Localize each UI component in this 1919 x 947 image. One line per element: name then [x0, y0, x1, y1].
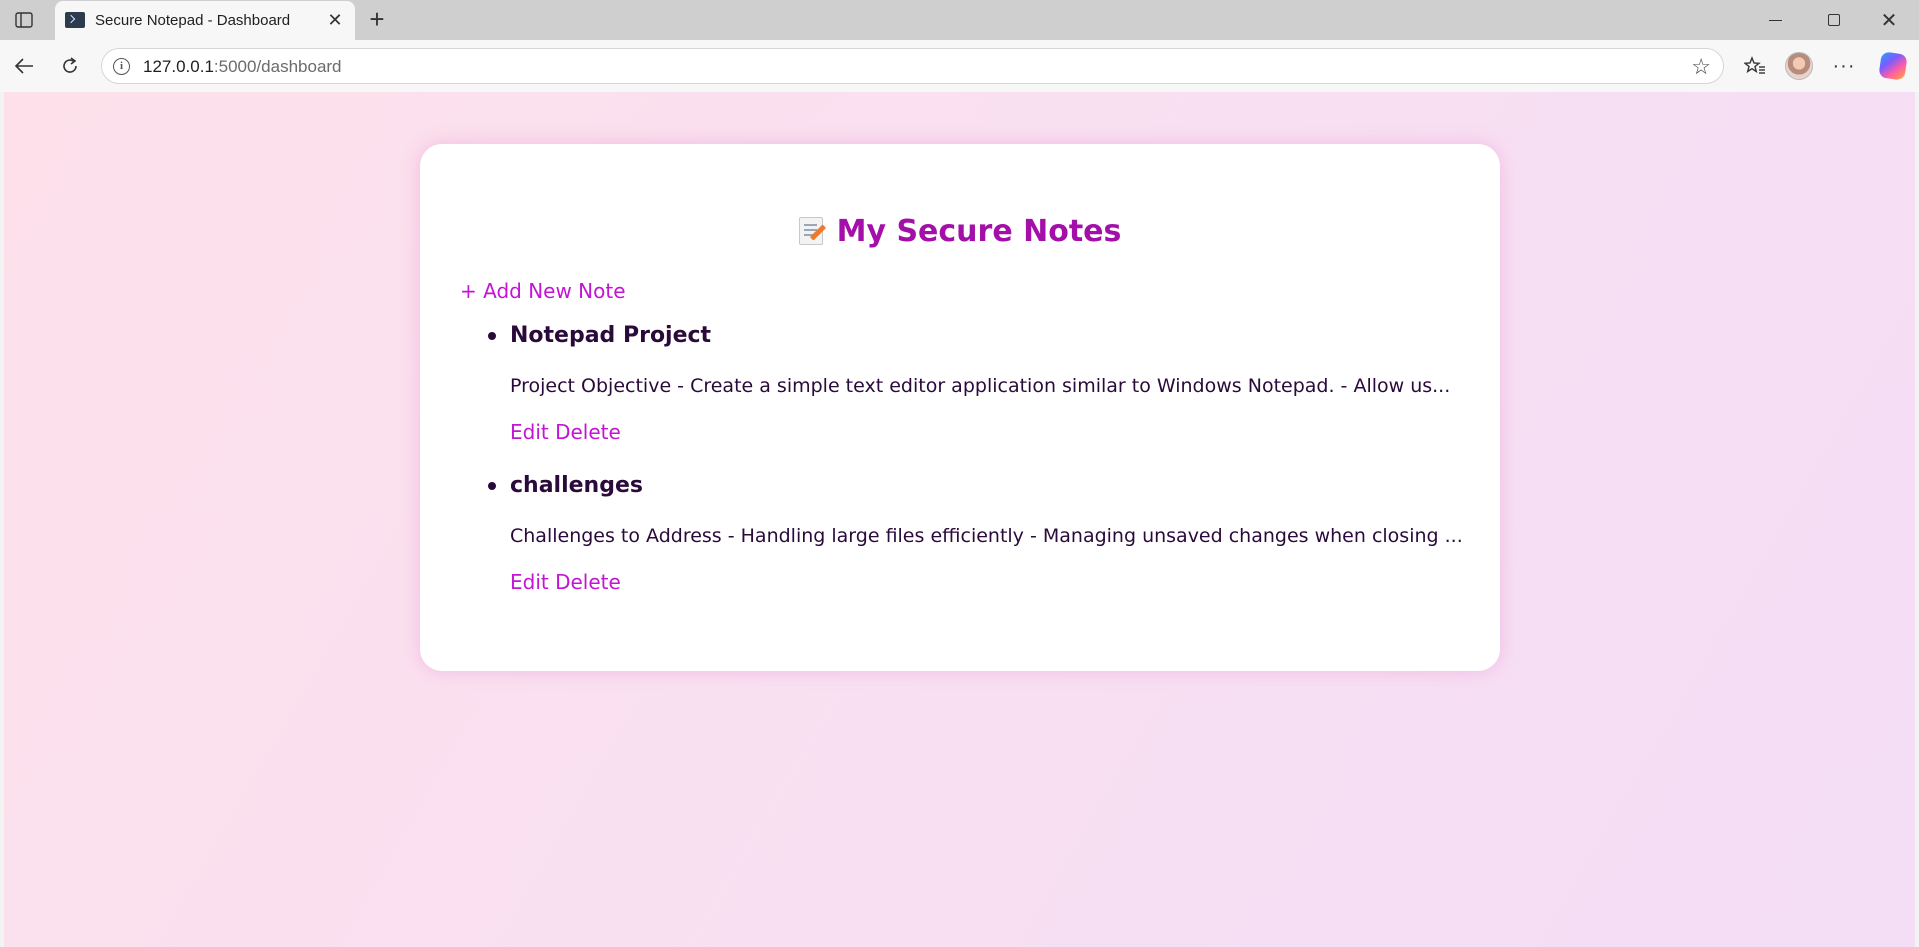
site-info-icon[interactable]: i	[113, 58, 130, 75]
notes-list: Notepad Project Project Objective - Crea…	[488, 322, 1463, 622]
bullet	[488, 482, 496, 490]
copilot-icon	[1878, 51, 1908, 81]
page-viewport: My Secure Notes + Add New Note Notepad P…	[4, 92, 1915, 947]
reload-icon[interactable]	[54, 50, 86, 82]
note-item: Notepad Project Project Objective - Crea…	[488, 322, 1451, 444]
avatar	[1785, 52, 1813, 80]
browser-tab[interactable]: Secure Notepad - Dashboard ✕	[55, 1, 355, 40]
memo-icon	[798, 217, 823, 245]
page-title-text: My Secure Notes	[836, 214, 1122, 249]
edit-note-link[interactable]: Edit	[510, 570, 549, 594]
sidebar-toggle-icon[interactable]	[12, 9, 36, 31]
note-actions: Edit Delete	[510, 420, 1450, 444]
delete-note-link[interactable]: Delete	[555, 570, 621, 594]
address-bar[interactable]: i 127.0.0.1:5000/dashboard ☆	[101, 48, 1724, 84]
profile-button[interactable]	[1783, 50, 1815, 82]
bullet	[488, 332, 496, 340]
tab-title: Secure Notepad - Dashboard	[95, 12, 291, 29]
copilot-button[interactable]	[1877, 50, 1909, 82]
note-item: challenges Challenges to Address - Handl…	[488, 472, 1463, 594]
favorite-star-icon[interactable]: ☆	[1691, 54, 1711, 80]
url-host: 127.0.0.1	[143, 57, 214, 76]
new-tab-button[interactable]: +	[363, 6, 391, 34]
terminal-favicon-icon	[65, 12, 85, 28]
tab-strip: Secure Notepad - Dashboard ✕ + ✕	[0, 0, 1919, 40]
notes-card: My Secure Notes + Add New Note Notepad P…	[420, 144, 1500, 671]
note-preview: Challenges to Address - Handling large f…	[510, 525, 1463, 547]
note-actions: Edit Delete	[510, 570, 1450, 594]
note-title: Notepad Project	[510, 323, 712, 348]
url-path: :5000/dashboard	[213, 57, 342, 76]
edit-note-link[interactable]: Edit	[510, 420, 549, 444]
note-title: challenges	[510, 473, 643, 498]
close-window-button[interactable]: ✕	[1869, 8, 1909, 32]
back-arrow-icon[interactable]	[8, 50, 40, 82]
minimize-button[interactable]	[1755, 8, 1795, 32]
note-preview: Project Objective - Create a simple text…	[510, 375, 1451, 397]
url-text[interactable]: 127.0.0.1:5000/dashboard	[143, 57, 342, 77]
browser-toolbar: i 127.0.0.1:5000/dashboard ☆ ···	[0, 40, 1919, 92]
restore-button[interactable]	[1814, 8, 1854, 32]
add-new-note-link[interactable]: + Add New Note	[460, 279, 626, 303]
delete-note-link[interactable]: Delete	[555, 420, 621, 444]
close-tab-icon[interactable]: ✕	[325, 10, 345, 30]
page-title: My Secure Notes	[420, 214, 1500, 249]
favorites-list-icon[interactable]	[1739, 50, 1771, 82]
more-options-icon[interactable]: ···	[1828, 50, 1860, 82]
